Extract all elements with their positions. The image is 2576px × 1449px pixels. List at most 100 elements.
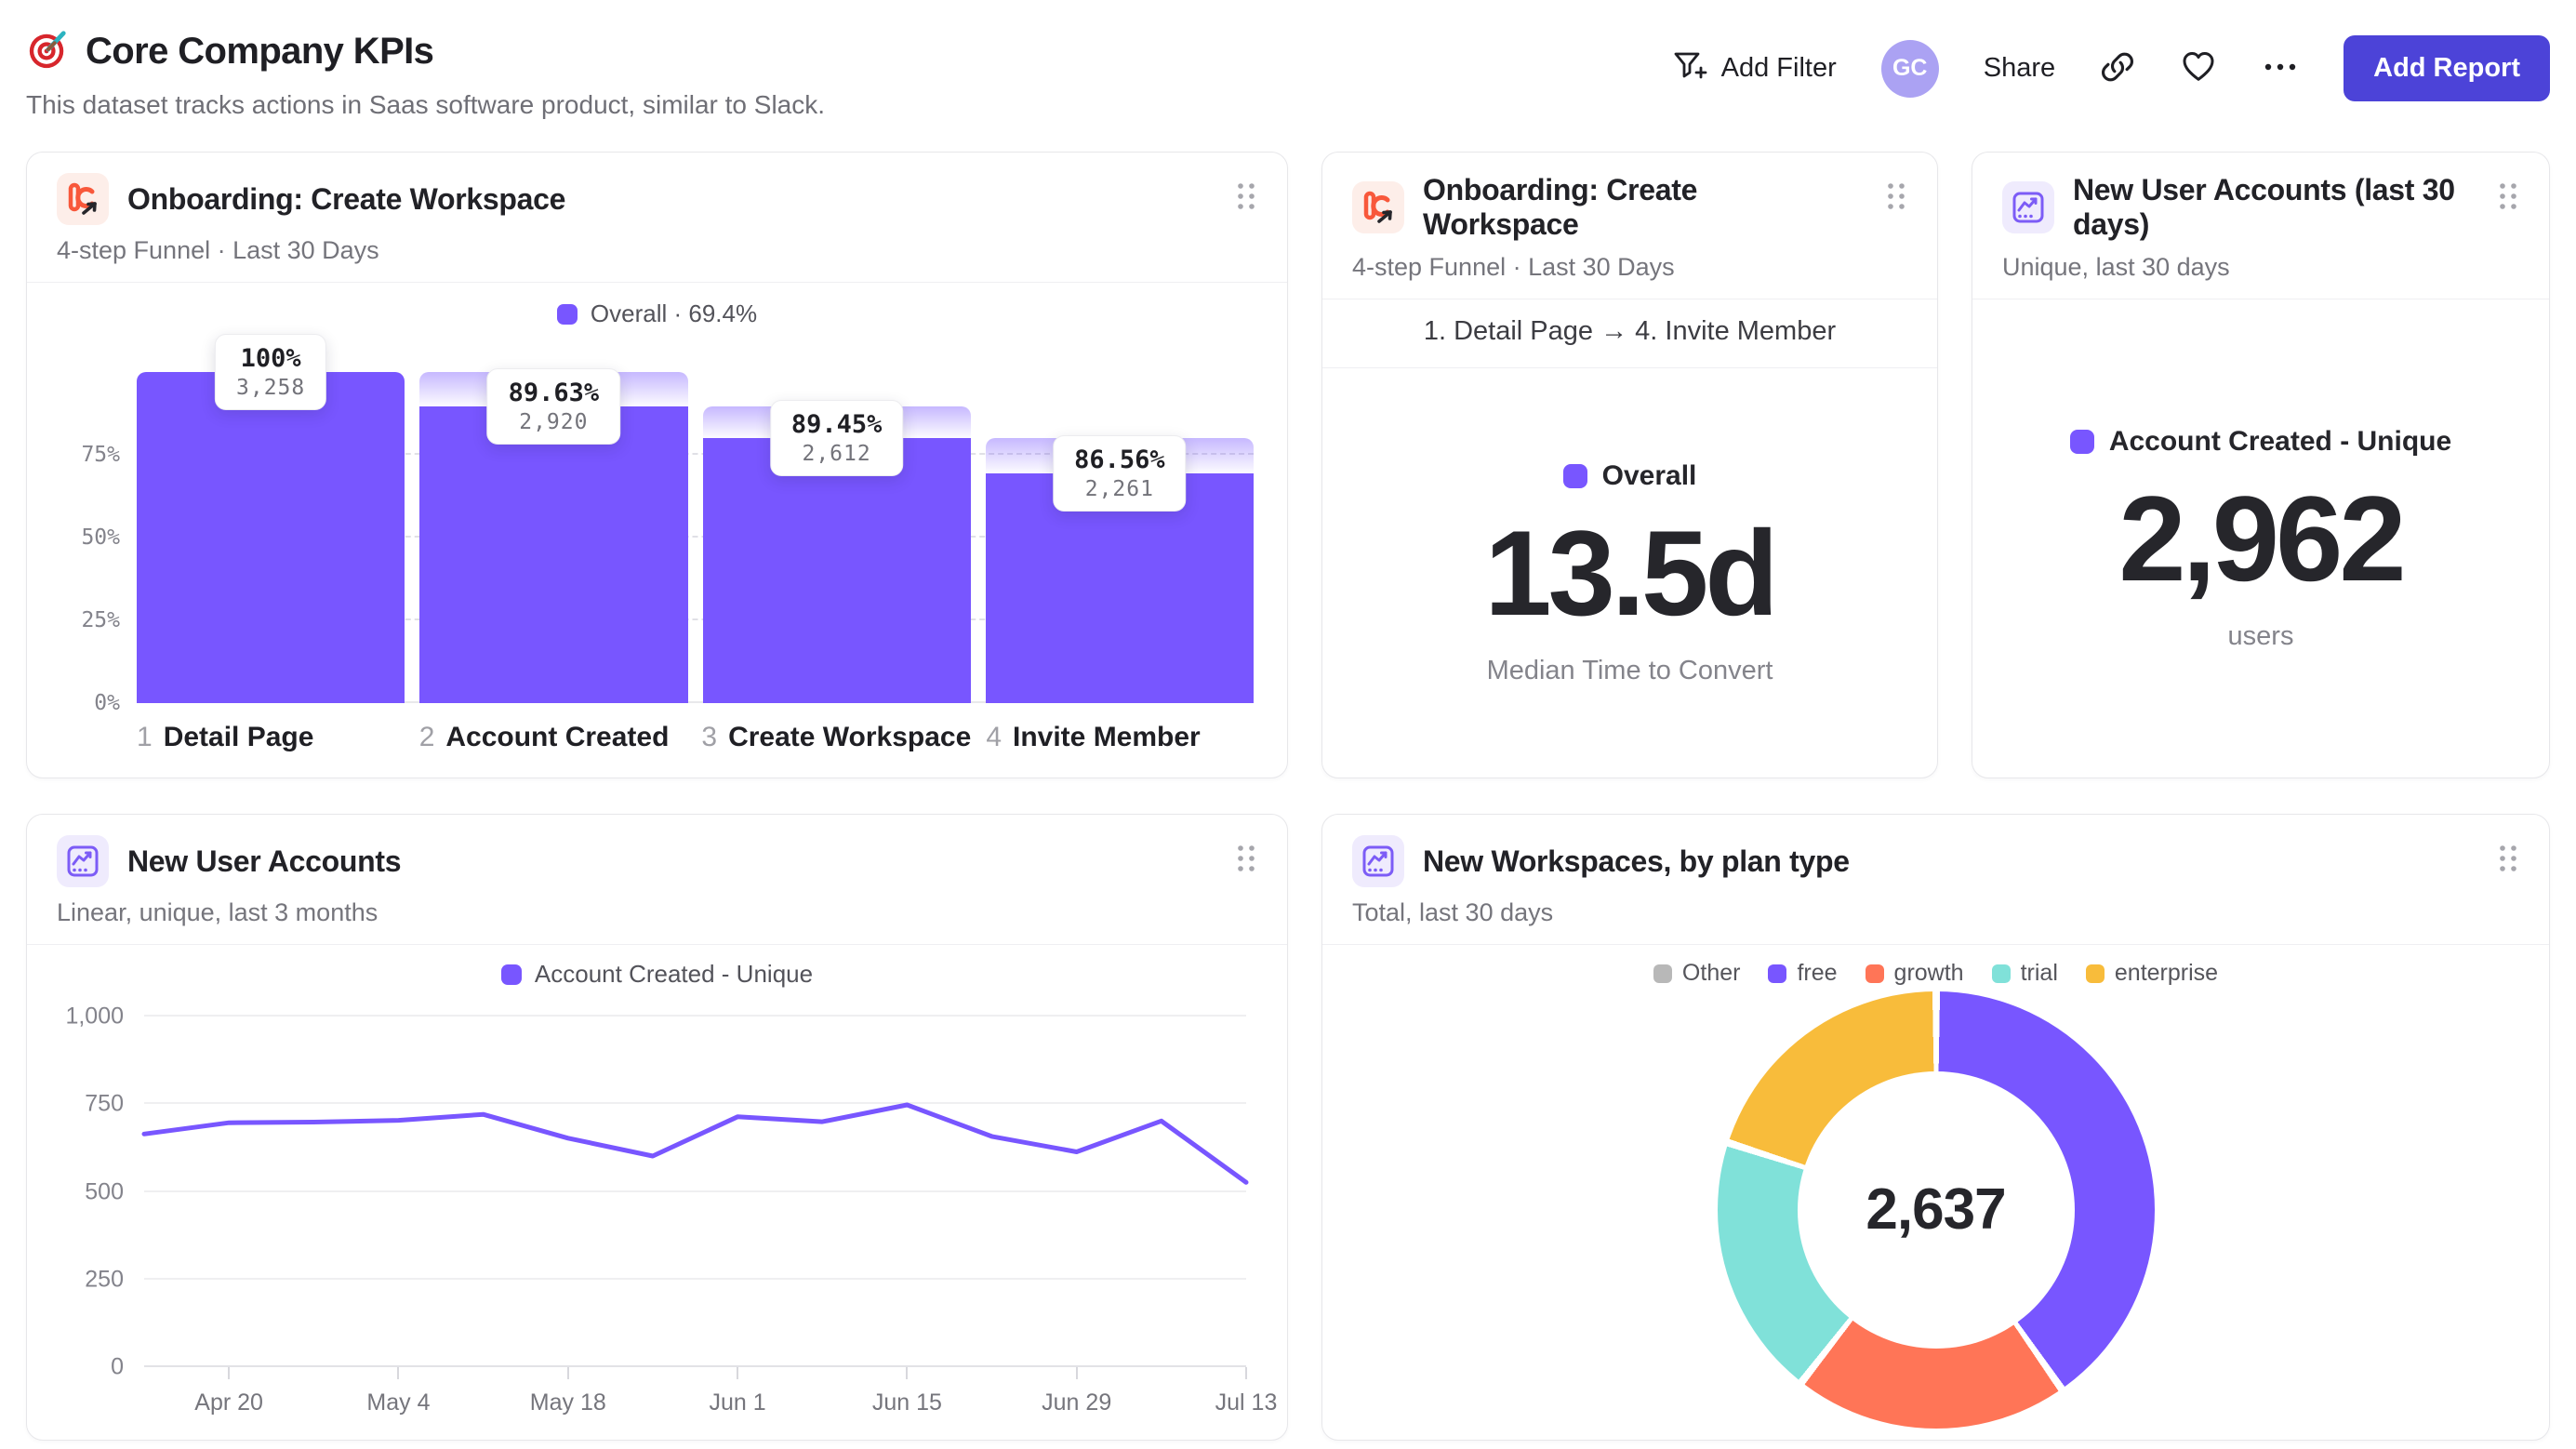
drag-handle-icon[interactable] — [1235, 180, 1257, 217]
donut-chart-body: Other free growth trial enterprise 2,637 — [1322, 945, 2549, 1440]
donut-chart[interactable]: 2,637 — [1717, 990, 2155, 1429]
donut-legend-item[interactable]: enterprise — [2085, 960, 2218, 987]
avatar[interactable]: GC — [1880, 39, 1939, 98]
dashboard-row-2: New User Accounts Linear, unique, last 3… — [0, 814, 2576, 1441]
metric-caption: users — [2227, 620, 2294, 651]
donut-legend-item[interactable]: free — [1768, 960, 1838, 987]
funnel-count: 3,258 — [236, 376, 306, 400]
card-subtitle: 4-step Funnel · Last 30 Days — [1352, 253, 1675, 281]
card-subtitle: Unique, last 30 days — [2002, 253, 2230, 281]
page-header: Core Company KPIs This dataset tracks ac… — [0, 0, 2576, 120]
drag-handle-icon[interactable] — [2497, 843, 2519, 879]
funnel-step-name: Invite Member — [1013, 722, 1201, 752]
metric-legend[interactable]: Account Created - Unique — [2069, 426, 2451, 458]
page-subtitle: This dataset tracks actions in Saas soft… — [26, 90, 826, 119]
card-subtitle: Linear, unique, last 3 months — [57, 898, 378, 926]
line-legend[interactable]: Account Created - Unique — [55, 960, 1259, 989]
link-icon — [2100, 49, 2135, 87]
line-x-tick-label: Jun 1 — [709, 1389, 766, 1416]
metric-legend[interactable]: Overall — [1562, 459, 1697, 492]
legend-label: Other — [1681, 960, 1741, 986]
line-x-tick-label: May 4 — [366, 1389, 431, 1416]
card-subtitle: Total, last 30 days — [1352, 898, 1554, 926]
line-x-tick-label: May 18 — [529, 1389, 606, 1416]
funnel-bar[interactable] — [702, 437, 971, 703]
legend-label: trial — [2020, 960, 2058, 986]
card-new-user-accounts-line: New User Accounts Linear, unique, last 3… — [26, 814, 1288, 1441]
funnel-chart-icon — [57, 173, 109, 225]
card-median-time-to-convert: Onboarding: Create Workspace 4-step Funn… — [1321, 152, 1938, 778]
copy-link-button[interactable] — [2100, 49, 2135, 87]
add-report-button[interactable]: Add Report — [2344, 35, 2550, 101]
line-x-tick-mark — [1075, 1367, 1078, 1379]
funnel-plot: 0% 25% 50% 75% 100% 3,258 89.63% 2,920 89.45% 2,6… — [55, 328, 1259, 715]
funnel-count: 2,920 — [519, 409, 589, 434]
add-filter-button[interactable]: Add Filter — [1671, 47, 1837, 89]
funnel-bar[interactable] — [137, 372, 405, 703]
insights-chart-icon — [2002, 181, 2054, 233]
legend-label: growth — [1893, 960, 1964, 986]
insights-chart-icon — [57, 835, 109, 887]
line-plot-area: 0 250 500 750 1,000 — [65, 1004, 1249, 1380]
target-icon — [26, 28, 69, 75]
funnel-plot-area: 0% 25% 50% 75% 100% 3,258 89.63% 2,920 89.45% 2,6… — [81, 334, 1254, 715]
funnel-count: 2,261 — [1084, 476, 1154, 501]
line-x-tick-label: Jun 29 — [1042, 1389, 1112, 1416]
header-title-block: Core Company KPIs This dataset tracks ac… — [26, 28, 825, 120]
funnel-y-tick-label: 75% — [81, 443, 120, 467]
funnel-y-tick-label: 0% — [94, 691, 120, 715]
funnel-conversion-pct: 89.45% — [790, 409, 883, 439]
legend-swatch — [500, 964, 522, 985]
legend-label: Overall — [1601, 459, 1697, 491]
funnel-step-name: Detail Page — [163, 722, 314, 752]
line-x-tick-mark — [228, 1367, 231, 1379]
filter-plus-icon — [1671, 47, 1708, 89]
donut-legend-item[interactable]: Other — [1653, 960, 1741, 987]
funnel-column: 100% 3,258 — [137, 334, 405, 703]
line-y-tick-label: 0 — [111, 1353, 124, 1380]
funnel-step-label: 3 Create Workspace — [701, 722, 971, 753]
funnel-bar[interactable] — [419, 405, 688, 703]
funnel-value-tooltip: 89.63% 2,920 — [486, 367, 621, 445]
funnel-legend[interactable]: Overall · 69.4% — [55, 299, 1259, 328]
metric-body: Overall 13.5d Median Time to Convert — [1322, 368, 1937, 778]
favorite-button[interactable] — [2180, 48, 2217, 88]
legend-label: free — [1797, 960, 1838, 986]
legend-swatch — [1991, 964, 2011, 983]
funnel-chart-icon — [1352, 181, 1404, 233]
funnel-y-tick-label: 50% — [81, 525, 120, 550]
line-x-tick-mark — [737, 1367, 739, 1379]
drag-handle-icon[interactable] — [2497, 180, 2519, 217]
funnel-step-number: 4 — [986, 722, 1002, 752]
legend-label: Account Created - Unique — [534, 960, 814, 988]
line-y-tick-label: 500 — [85, 1178, 124, 1204]
funnel-value-tooltip: 89.45% 2,612 — [769, 399, 904, 476]
line-y-tick-label: 750 — [85, 1090, 124, 1117]
legend-swatch — [2085, 964, 2105, 983]
donut-center-value: 2,637 — [1866, 1177, 2006, 1242]
funnel-chart-body: Overall · 69.4% 0% 25% 50% 75% 100% 3,258 89.6… — [27, 283, 1287, 778]
funnel-conversion-pct: 86.56% — [1074, 445, 1165, 474]
drag-handle-icon[interactable] — [1885, 180, 1907, 217]
card-header: New User Accounts Linear, unique, last 3… — [27, 815, 1287, 945]
card-new-workspaces-donut: New Workspaces, by plan type Total, last… — [1321, 814, 2550, 1441]
funnel-step-label: 1 Detail Page — [137, 722, 405, 753]
card-header: New User Accounts (last 30 days) Unique,… — [1972, 153, 2549, 299]
line-x-tick-mark — [1245, 1367, 1247, 1379]
funnel-column: 89.45% 2,612 — [702, 372, 971, 703]
donut-area: 2,637 — [1350, 987, 2521, 1432]
page-title: Core Company KPIs — [86, 31, 434, 72]
legend-swatch — [1865, 964, 1884, 983]
funnel-count: 2,612 — [802, 441, 871, 466]
donut-legend-item[interactable]: trial — [1991, 960, 2058, 987]
donut-legend-item[interactable]: growth — [1865, 960, 1964, 987]
line-x-tick-label: Jun 15 — [871, 1389, 942, 1416]
share-button[interactable]: Share — [1984, 53, 2055, 84]
funnel-columns: 100% 3,258 89.63% 2,920 89.45% 2,612 86.56% 2,2… — [137, 334, 1254, 703]
donut-legend: Other free growth trial enterprise — [1350, 960, 2521, 987]
line-x-tick-mark — [566, 1367, 569, 1379]
card-header: Onboarding: Create Workspace 4-step Funn… — [1322, 153, 1937, 299]
more-options-button[interactable] — [2262, 60, 2299, 76]
drag-handle-icon[interactable] — [1235, 843, 1257, 879]
legend-swatch — [1562, 463, 1587, 488]
